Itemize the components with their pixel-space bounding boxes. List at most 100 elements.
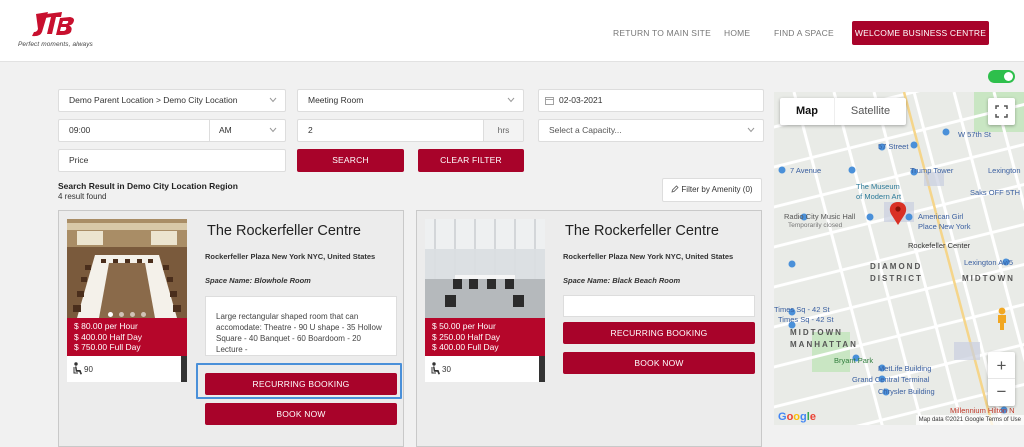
- venue-address: Rockerfeller Plaza New York NYC, United …: [205, 252, 376, 261]
- venue-address: Rockerfeller Plaza New York NYC, United …: [563, 252, 734, 261]
- map-label: Lexington: [988, 166, 1021, 175]
- time-select[interactable]: 09:00 AM: [58, 119, 286, 142]
- map-label: MIDTOWN: [790, 328, 843, 337]
- room-photo[interactable]: [425, 219, 545, 318]
- price-per-hour: $ 50.00 per Hour: [432, 321, 496, 331]
- map-credits[interactable]: Map data ©2021 Google Terms of Use: [915, 415, 1024, 425]
- meridiem-value[interactable]: AM: [219, 120, 232, 141]
- pegman-icon: [997, 307, 1006, 330]
- capacity-box-edge: [539, 356, 545, 382]
- space-name: Space Name: Black Beach Room: [563, 276, 681, 285]
- chevron-down-icon: [747, 127, 755, 133]
- room-type-value: Meeting Room: [308, 95, 364, 105]
- map-label: Saks OFF 5TH: [970, 188, 1021, 197]
- location-select-value: Demo Parent Location > Demo City Locatio…: [69, 95, 238, 105]
- zoom-controls: + −: [988, 352, 1015, 406]
- capacity-value: 30: [442, 365, 451, 374]
- map-label: DIAMOND: [870, 262, 923, 271]
- filter-by-amenity-button[interactable]: Filter by Amenity (0): [662, 178, 762, 202]
- price-full-day: $ 750.00 Full Day: [74, 342, 141, 352]
- duration-value: 2: [308, 125, 313, 135]
- map-label: 57 Street: [878, 142, 909, 151]
- book-now-button[interactable]: BOOK NOW: [205, 403, 397, 425]
- carousel-dots: [67, 304, 187, 318]
- price-half-day: $ 250.00 Half Day: [432, 331, 501, 342]
- chevron-down-icon: [507, 97, 515, 103]
- room-type-select[interactable]: Meeting Room: [297, 89, 524, 112]
- map-label: W 57th St: [958, 130, 991, 139]
- map-label: Trump Tower: [910, 166, 954, 175]
- price-input[interactable]: Price: [58, 149, 286, 172]
- result-title: Search Result in Demo City Location Regi…: [58, 181, 238, 191]
- map-label: Lexington Av/5: [964, 258, 1014, 267]
- location-select[interactable]: Demo Parent Location > Demo City Locatio…: [58, 89, 286, 112]
- carousel-dot[interactable]: [141, 312, 146, 317]
- map-label: Chrysler Building: [878, 387, 935, 396]
- capacity-placeholder: Select a Capacity...: [549, 125, 622, 135]
- capacity-box: 30: [425, 356, 545, 382]
- map-label: Place New York: [918, 222, 971, 231]
- search-button[interactable]: SEARCH: [297, 149, 404, 172]
- logo-tagline: Perfect moments, always: [18, 41, 93, 48]
- map-panel[interactable]: W 57th St 57 Street 7 Avenue Trump Tower…: [774, 92, 1024, 425]
- map-label: Bryant Park: [834, 356, 874, 365]
- space-description: [563, 295, 755, 317]
- tab-satellite[interactable]: Satellite: [834, 98, 906, 125]
- fullscreen-icon: [995, 105, 1008, 118]
- capacity-value: 90: [84, 365, 93, 374]
- price-per-hour: $ 80.00 per Hour: [74, 321, 138, 331]
- map-label: of Modern Art: [856, 192, 902, 201]
- price-box: $ 50.00 per Hour $ 250.00 Half Day $ 400…: [425, 318, 545, 356]
- carousel-dot[interactable]: [130, 312, 135, 317]
- price-half-day: $ 400.00 Half Day: [74, 331, 143, 342]
- time-value: 09:00: [69, 125, 91, 135]
- price-full-day: $ 400.00 Full Day: [432, 342, 499, 352]
- date-input[interactable]: 02-03-2021: [538, 89, 764, 112]
- map-label: 7 Avenue: [790, 166, 822, 175]
- welcome-business-centre-button[interactable]: WELCOME BUSINESS CENTRE: [852, 21, 989, 45]
- pencil-icon: [671, 185, 679, 193]
- book-now-button[interactable]: BOOK NOW: [563, 352, 755, 374]
- site-header: Perfect moments, always RETURN TO MAIN S…: [0, 0, 1024, 62]
- clear-filter-button[interactable]: CLEAR FILTER: [418, 149, 524, 172]
- map-label: DISTRICT: [870, 274, 923, 283]
- room-photo[interactable]: [67, 219, 187, 318]
- map-label: Radio City Music Hall: [784, 212, 856, 221]
- venue-name: The Rockerfeller Centre: [565, 223, 719, 239]
- chevron-down-icon: [269, 97, 277, 103]
- zoom-in-button[interactable]: +: [988, 352, 1015, 379]
- map-label: Grand Central Terminal: [852, 375, 930, 384]
- zoom-out-button[interactable]: −: [988, 379, 1015, 406]
- duration-unit: hrs: [483, 120, 523, 141]
- duration-input[interactable]: 2 hrs: [297, 119, 524, 142]
- logo-mark-icon: [32, 12, 74, 37]
- map-label: MIDTOWN: [962, 274, 1015, 283]
- recurring-booking-button[interactable]: RECURRING BOOKING: [563, 322, 755, 344]
- carousel-dot[interactable]: [119, 312, 124, 317]
- google-logo: Google: [778, 411, 816, 423]
- tab-map[interactable]: Map: [780, 98, 834, 125]
- carousel-dot[interactable]: [108, 312, 113, 317]
- price-box: $ 80.00 per Hour $ 400.00 Half Day $ 750…: [67, 318, 187, 356]
- map-label: MetLife Building: [878, 364, 932, 373]
- street-view-pegman[interactable]: [988, 304, 1015, 334]
- capacity-box-edge: [181, 356, 187, 382]
- fullscreen-button[interactable]: [988, 98, 1015, 125]
- result-card: $ 80.00 per Hour $ 400.00 Half Day $ 750…: [58, 210, 404, 447]
- jtb-logo[interactable]: Perfect moments, always: [18, 8, 98, 54]
- map-toggle-switch[interactable]: [988, 70, 1015, 83]
- map-label: Rockefeller Center: [908, 241, 971, 250]
- nav-home[interactable]: HOME: [724, 28, 750, 38]
- map-label: MANHATTAN: [790, 340, 858, 349]
- nav-find-a-space[interactable]: FIND A SPACE: [774, 28, 834, 38]
- nav-return-main-site[interactable]: RETURN TO MAIN SITE: [613, 28, 711, 38]
- space-description: Large rectangular shaped room that can a…: [205, 296, 397, 356]
- focus-highlight: [196, 363, 402, 399]
- map-type-tabs: Map Satellite: [780, 98, 906, 125]
- map-label: American Girl: [918, 212, 964, 221]
- result-card: $ 50.00 per Hour $ 250.00 Half Day $ 400…: [416, 210, 762, 447]
- filter-by-amenity-label: Filter by Amenity (0): [681, 185, 753, 194]
- date-value: 02-03-2021: [559, 95, 603, 105]
- map-label: The Museum: [856, 182, 900, 191]
- capacity-select[interactable]: Select a Capacity...: [538, 119, 764, 142]
